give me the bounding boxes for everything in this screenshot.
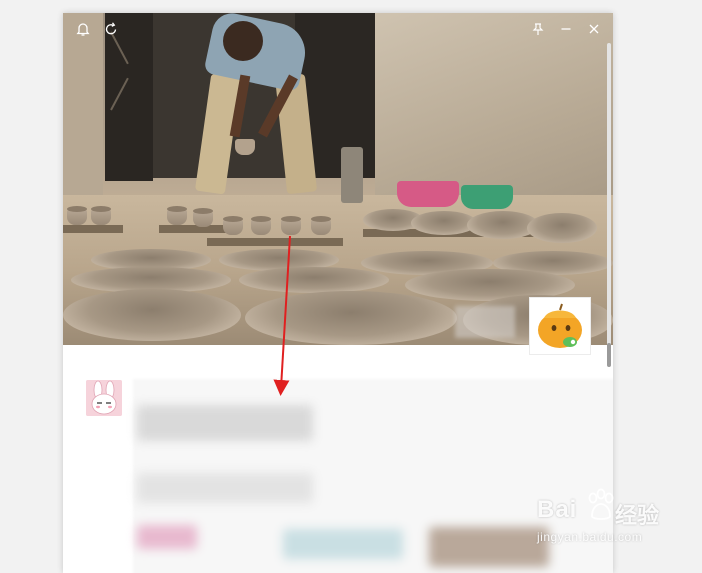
cover-door-left	[105, 13, 153, 181]
cover-plank	[207, 238, 343, 246]
pin-icon[interactable]	[531, 22, 547, 38]
close-icon[interactable]	[587, 22, 603, 38]
cover-bowl	[63, 289, 241, 341]
cover-cup	[281, 216, 301, 235]
cover-basin-green	[461, 185, 513, 209]
cover-held-cup	[235, 139, 255, 155]
scrollbar-thumb[interactable]	[607, 343, 611, 367]
bell-icon[interactable]	[75, 21, 91, 37]
window-controls	[531, 22, 603, 38]
cover-bowl	[239, 267, 389, 293]
cover-bowl	[527, 213, 597, 243]
watermark-brand-suffix: 经验	[615, 503, 660, 528]
paw-icon	[587, 488, 615, 527]
blurred-image-thumb	[429, 527, 549, 567]
blurred-text-line	[137, 473, 313, 503]
blurred-image-thumb	[137, 525, 197, 549]
cover-cup	[311, 216, 331, 235]
minimize-icon[interactable]	[559, 22, 575, 38]
pear-character-icon	[538, 303, 582, 348]
watermark-brand: Bai	[537, 496, 578, 523]
refresh-icon[interactable]	[103, 21, 119, 37]
cover-cup	[167, 206, 187, 225]
cover-wall-right	[375, 13, 613, 203]
cover-basin-pink	[397, 181, 459, 207]
baidu-jingyan-watermark: Bai 经验 jingyan.baidu.com	[537, 488, 677, 548]
cover-cup	[251, 216, 271, 235]
profile-avatar[interactable]	[529, 297, 591, 355]
rabbit-icon	[86, 380, 122, 416]
blurred-username	[455, 306, 515, 338]
cover-post	[341, 147, 363, 203]
vertical-scrollbar[interactable]	[607, 43, 611, 367]
cover-cup	[67, 206, 87, 225]
cover-wall-left	[63, 13, 103, 203]
cover-plank	[63, 225, 123, 233]
cover-person-head	[223, 21, 263, 61]
cover-cup	[223, 216, 243, 235]
cover-bowl	[245, 291, 457, 345]
app-window	[63, 13, 613, 573]
cover-photo	[63, 13, 613, 345]
watermark-url: jingyan.baidu.com	[537, 530, 643, 544]
rabbit-avatar[interactable]	[86, 380, 122, 416]
blurred-text-line	[137, 405, 313, 441]
cover-cup	[91, 206, 111, 225]
top-left-toolbar	[75, 21, 119, 37]
cover-cup	[193, 208, 213, 227]
blurred-image-thumb	[283, 529, 403, 559]
